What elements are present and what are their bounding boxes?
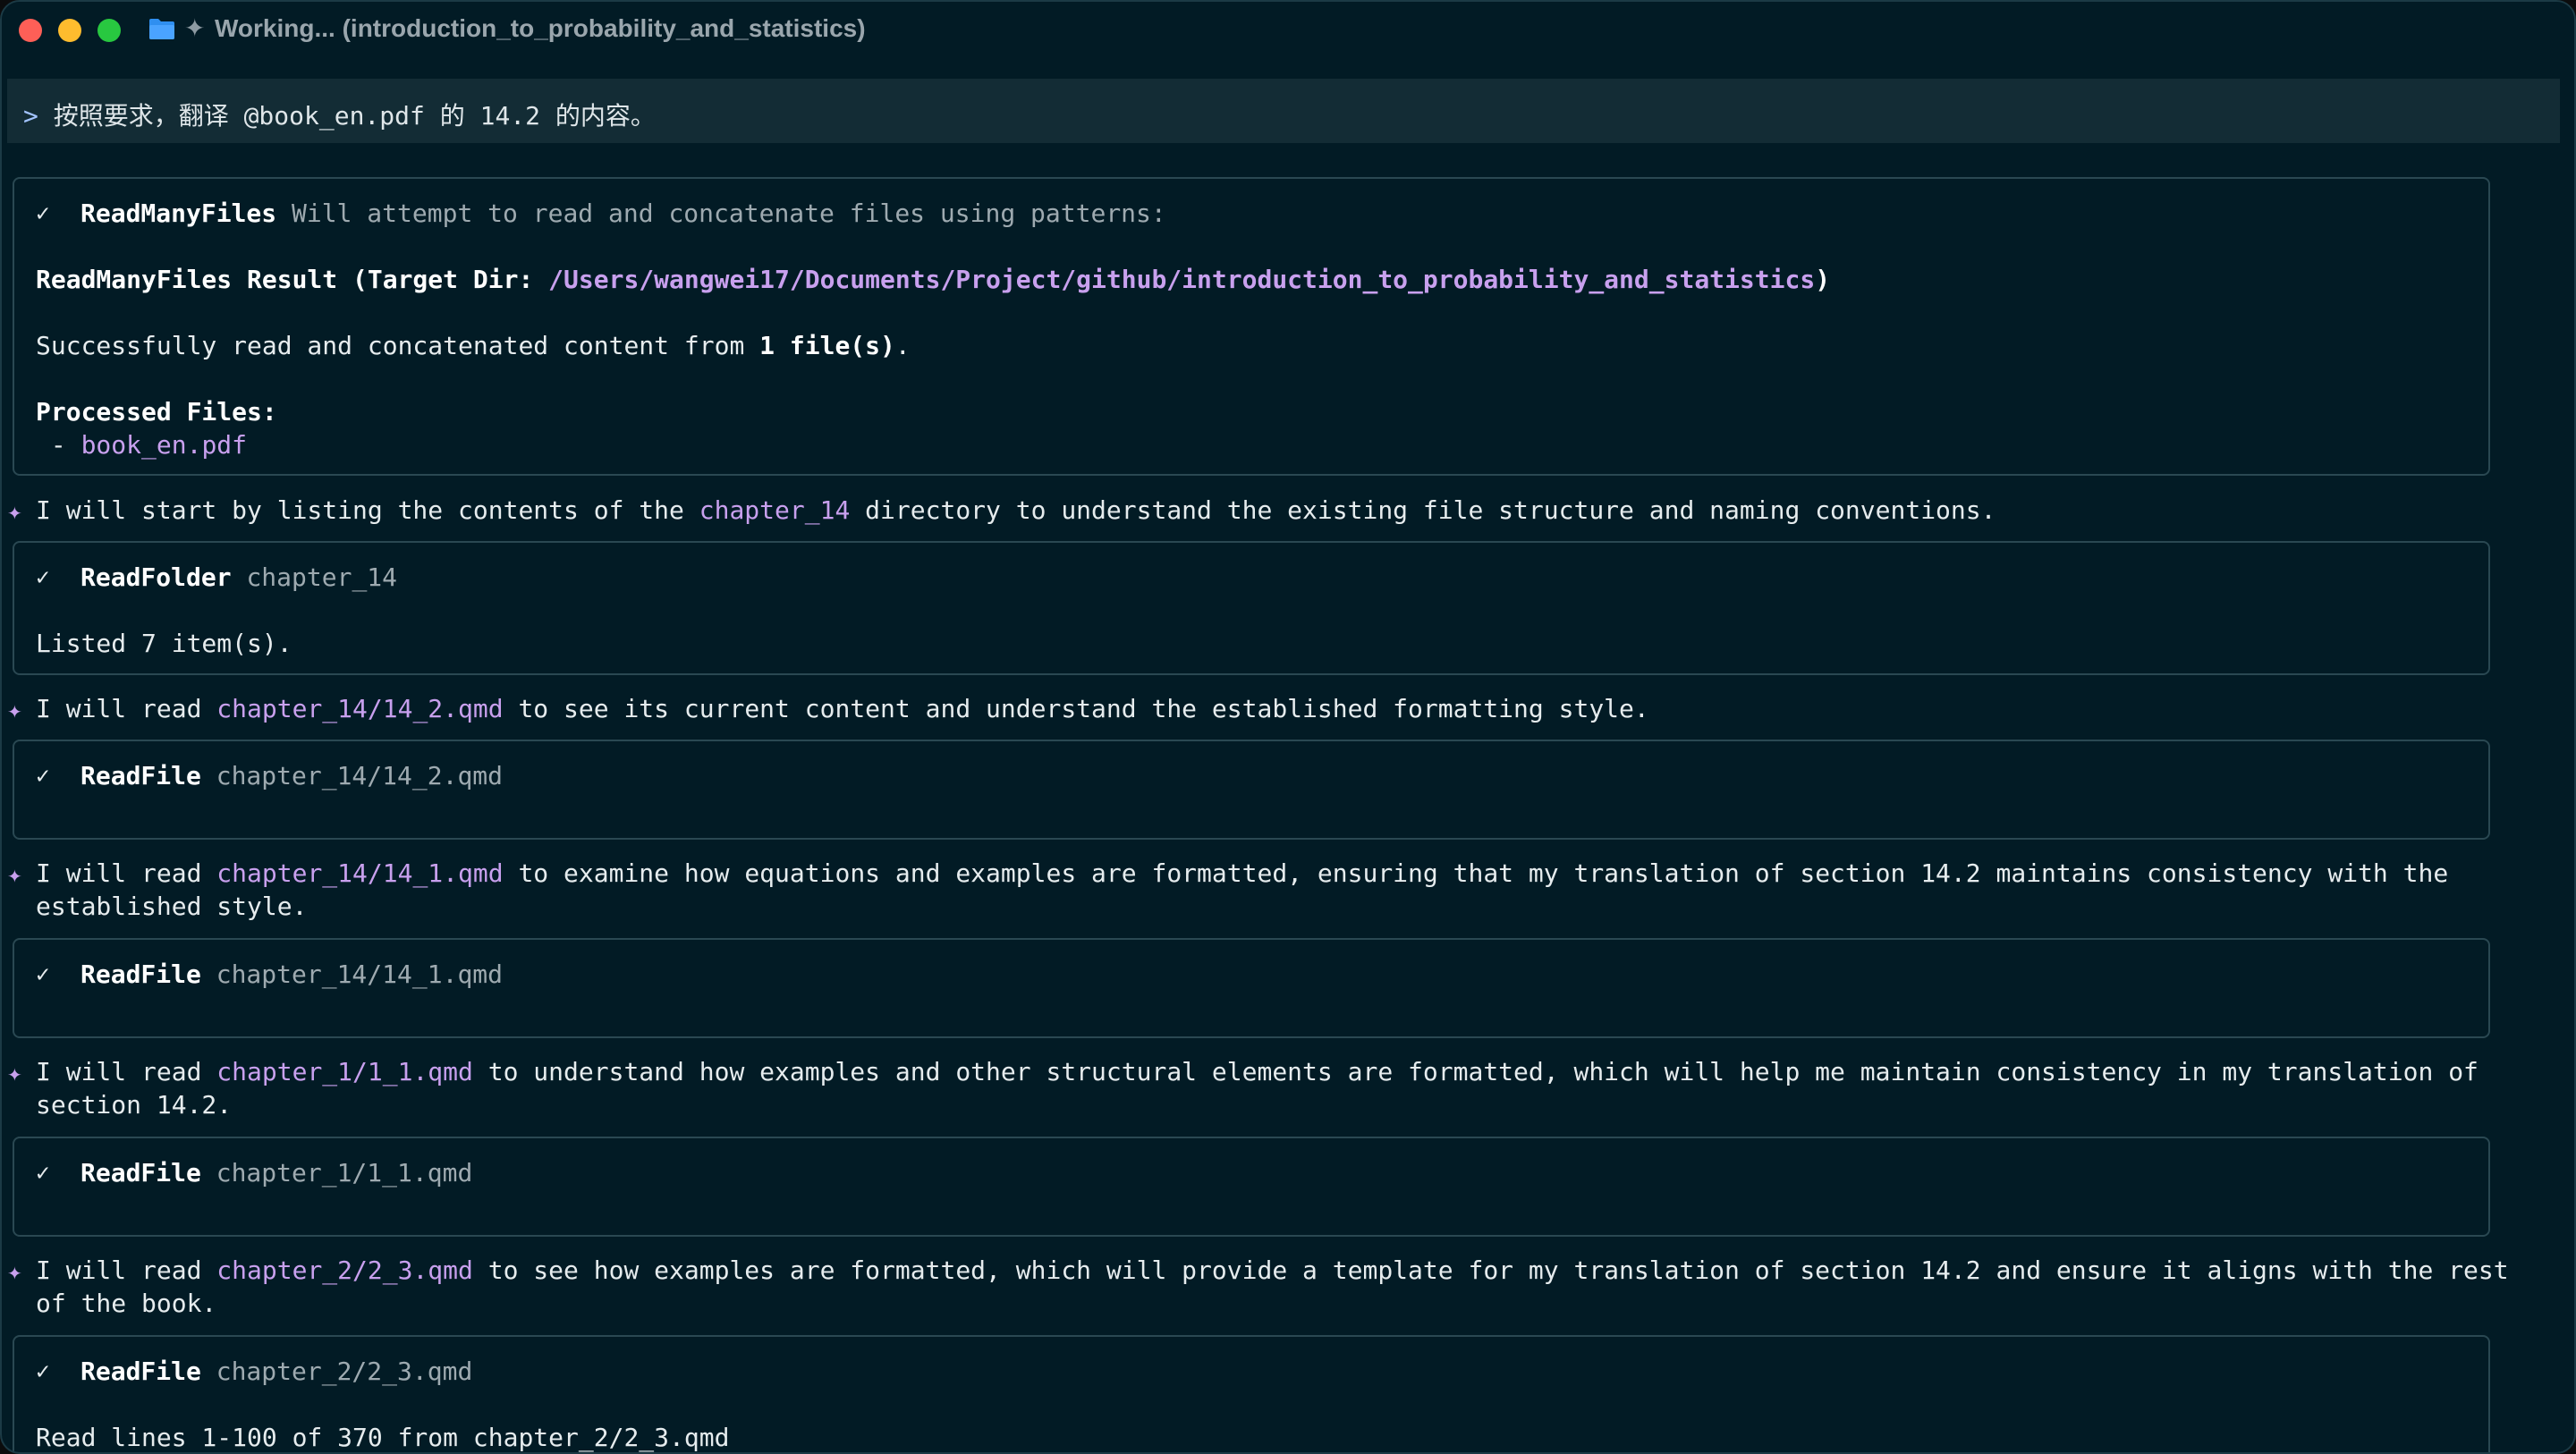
tool-call-readfile: ✓ ReadFile chapter_1/1_1.qmd <box>13 1137 2490 1237</box>
tool-result: Listed 7 item(s). <box>36 629 292 658</box>
target-dir-path[interactable]: /Users/wangwei17/Documents/Project/githu… <box>548 265 1815 294</box>
sparkle-icon: ✦ <box>7 701 22 723</box>
tool-call-readfile: ✓ ReadFile chapter_14/14_1.qmd <box>13 938 2490 1038</box>
tool-call-readfile: ✓ ReadFile chapter_14/14_2.qmd <box>13 740 2490 840</box>
processed-file[interactable]: book_en.pdf <box>81 430 247 460</box>
close-button[interactable] <box>19 19 42 42</box>
tool-result: Read lines 1-100 of 370 from chapter_2/2… <box>36 1423 730 1452</box>
assistant-message: I will read chapter_1/1_1.qmd to underst… <box>36 1057 2479 1086</box>
prompt-caret: > <box>23 101 38 131</box>
tool-call-readfolder: ✓ ReadFolder chapter_14 Listed 7 item(s)… <box>13 541 2490 675</box>
user-prompt: > 按照要求，翻译 @book_en.pdf 的 14.2 的内容。 <box>7 79 2560 143</box>
success-prefix: Successfully read and concatenated conte… <box>36 331 760 360</box>
tool-description: chapter_1/1_1.qmd <box>216 1158 473 1188</box>
result-label: ReadManyFiles Result (Target Dir: <box>36 265 549 294</box>
tool-name: ReadFile <box>80 959 201 989</box>
sparkle-icon: ✦ <box>7 1263 22 1284</box>
minimize-button[interactable] <box>58 19 81 42</box>
tool-description: chapter_14/14_1.qmd <box>216 959 504 989</box>
assistant-message: I will start by listing the contents of … <box>36 495 1996 525</box>
assistant-message: I will read chapter_2/2_3.qmd to see how… <box>36 1255 2509 1285</box>
check-icon: ✓ <box>36 961 50 988</box>
sparkle-icon: ✦ <box>7 503 22 524</box>
prompt-text: 按照要求，翻译 @book_en.pdf 的 14.2 的内容。 <box>53 101 656 131</box>
tool-call-readmanyfiles: ✓ ReadManyFiles Will attempt to read and… <box>13 177 2490 476</box>
tool-name: ReadManyFiles <box>80 199 277 228</box>
assistant-message-continued: section 14.2. <box>36 1090 233 1120</box>
tool-name: ReadFile <box>80 1158 201 1188</box>
processed-bullet: - <box>36 430 81 460</box>
tool-name: ReadFolder <box>80 562 232 592</box>
file-link[interactable]: chapter_1/1_1.qmd <box>216 1057 473 1086</box>
window-title: Working... (introduction_to_probability_… <box>215 14 866 42</box>
sparkle-icon: ✦ <box>7 1064 22 1086</box>
success-suffix: . <box>894 331 911 360</box>
tool-description: chapter_2/2_3.qmd <box>216 1357 473 1386</box>
result-close: ) <box>1815 265 1831 294</box>
assistant-message: I will read chapter_14/14_2.qmd to see i… <box>36 694 1649 723</box>
tool-call-readfile: ✓ ReadFile chapter_2/2_3.qmd Read lines … <box>13 1335 2490 1452</box>
assistant-message: I will read chapter_14/14_1.qmd to exami… <box>36 858 2449 888</box>
file-link[interactable]: chapter_2/2_3.qmd <box>216 1255 473 1285</box>
file-count: 1 file(s) <box>759 331 895 360</box>
sparkle-icon: ✦ <box>7 866 22 887</box>
check-icon: ✓ <box>36 1160 50 1187</box>
check-icon: ✓ <box>36 200 50 227</box>
processed-files-label: Processed Files: <box>36 397 277 427</box>
sparkle-icon: ✦ <box>184 13 206 43</box>
title-bar: ✦ Working... (introduction_to_probabilit… <box>2 2 2574 59</box>
check-icon: ✓ <box>36 564 50 591</box>
terminal-window: ✦ Working... (introduction_to_probabilit… <box>0 0 2576 1454</box>
tool-name: ReadFile <box>80 761 201 790</box>
check-icon: ✓ <box>36 763 50 790</box>
tool-description: chapter_14/14_2.qmd <box>216 761 504 790</box>
assistant-message-continued: established style. <box>36 892 308 921</box>
file-link[interactable]: chapter_14/14_1.qmd <box>216 858 503 888</box>
tool-name: ReadFile <box>80 1357 201 1386</box>
file-link[interactable]: chapter_14 <box>699 495 851 525</box>
folder-icon <box>149 19 174 39</box>
tool-description: chapter_14 <box>246 562 398 592</box>
tool-description: Will attempt to read and concatenate fil… <box>292 199 1166 228</box>
assistant-message-continued: of the book. <box>36 1289 217 1318</box>
check-icon: ✓ <box>36 1358 50 1385</box>
zoom-button[interactable] <box>97 19 121 42</box>
file-link[interactable]: chapter_14/14_2.qmd <box>216 694 503 723</box>
